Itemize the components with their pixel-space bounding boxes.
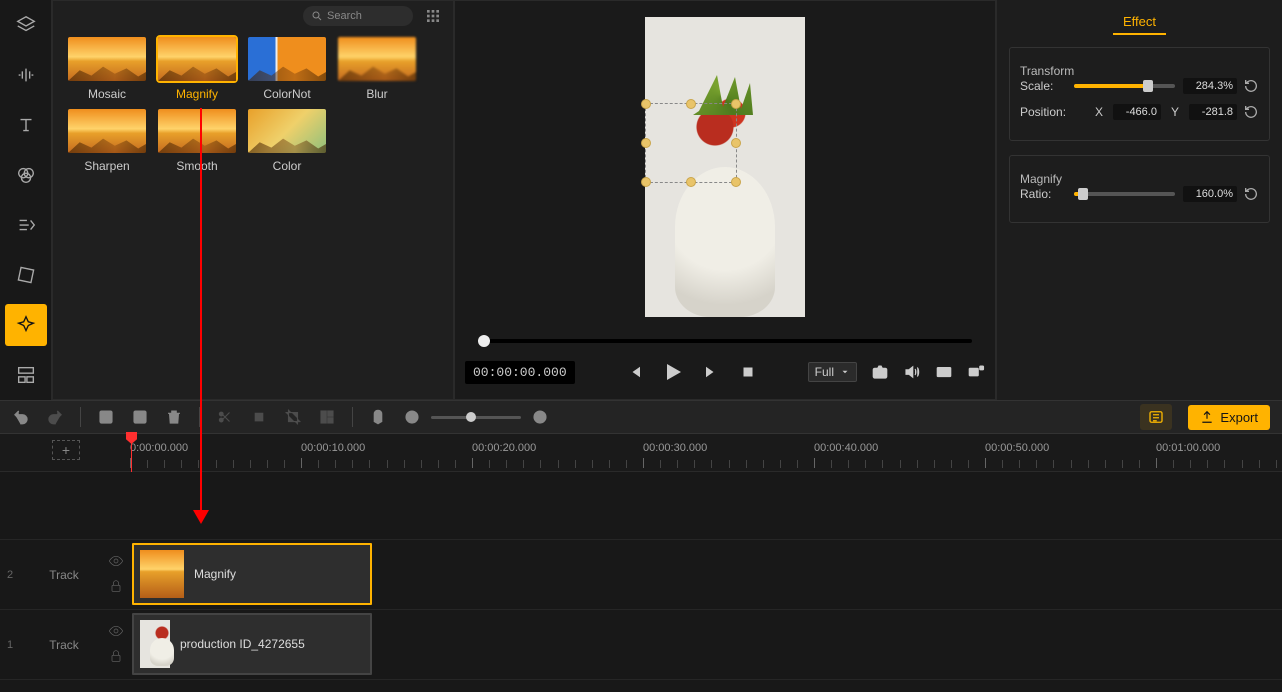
clip-label: production ID_4272655: [180, 637, 305, 651]
ruler-major: 00:00:40.000: [814, 442, 878, 454]
effect-colornot[interactable]: ColorNot: [245, 37, 329, 101]
timeline-toolbar: Export: [0, 400, 1282, 434]
effect-mosaic[interactable]: Mosaic: [65, 37, 149, 101]
ruler-major: 00:00:50.000: [985, 442, 1049, 454]
export-button[interactable]: Export: [1188, 405, 1270, 430]
next-frame-button[interactable]: [703, 363, 721, 381]
scale-slider[interactable]: [1074, 84, 1175, 88]
filters-icon[interactable]: [5, 154, 47, 196]
effect-smooth[interactable]: Smooth: [155, 109, 239, 173]
preview-scale-select[interactable]: Full: [808, 362, 857, 382]
redo-button[interactable]: [46, 408, 64, 426]
magnify-region[interactable]: [645, 103, 737, 183]
clip-label: Magnify: [194, 567, 236, 581]
undo-button[interactable]: [12, 408, 30, 426]
audio-icon[interactable]: [5, 54, 47, 96]
clip-video[interactable]: production ID_4272655: [132, 613, 372, 675]
preview-scrubber[interactable]: [478, 339, 972, 343]
group-transform: Transform Scale: 284.3% Position: X -466…: [1009, 47, 1270, 141]
ruler-major: 00:00:30.000: [643, 442, 707, 454]
add-marker-button[interactable]: +: [52, 440, 80, 460]
preview-canvas[interactable]: [460, 7, 990, 327]
play-button[interactable]: [661, 360, 685, 384]
stop-button[interactable]: [739, 363, 757, 381]
transform-title: Transform: [1020, 64, 1259, 78]
scale-value[interactable]: 284.3%: [1183, 78, 1237, 94]
layout-button[interactable]: [318, 408, 336, 426]
visibility-icon[interactable]: [108, 553, 124, 572]
layers-icon[interactable]: [5, 4, 47, 46]
timeline-tracks: 2 Track Magnify 1 Track pro: [0, 472, 1282, 692]
clip-thumbnail: [140, 620, 170, 668]
track-2: 2 Track Magnify: [0, 540, 1282, 610]
effect-color[interactable]: Color: [245, 109, 329, 173]
volume-icon[interactable]: [903, 363, 921, 381]
delete-button[interactable]: [165, 408, 183, 426]
group-magnify: Magnify Ratio: 160.0%: [1009, 155, 1270, 223]
zoom-slider[interactable]: [431, 416, 521, 419]
effects-icon[interactable]: [5, 304, 47, 346]
ratio-value[interactable]: 160.0%: [1183, 186, 1237, 202]
position-label: Position:: [1020, 105, 1074, 119]
crop-button[interactable]: [284, 408, 302, 426]
properties-panel: Effect Transform Scale: 284.3% Position:…: [996, 0, 1282, 400]
ruler-major: 0:00:00.000: [130, 442, 188, 454]
marker-button[interactable]: [369, 408, 387, 426]
snapshot-icon[interactable]: [871, 363, 889, 381]
reset-position-icon[interactable]: [1243, 104, 1259, 120]
timecode: 00:00:00.000: [465, 361, 575, 384]
visibility-icon[interactable]: [108, 623, 124, 642]
track-label: Track: [49, 568, 79, 582]
zoom-in-button[interactable]: [531, 408, 549, 426]
tool-sidebar: [0, 0, 52, 400]
zoom-out-button[interactable]: [403, 408, 421, 426]
position-y-value[interactable]: -281.8: [1189, 104, 1237, 120]
annotation-arrow: [200, 108, 202, 522]
split-button[interactable]: [216, 408, 234, 426]
clip-thumbnail: [140, 550, 184, 598]
clip-magnify[interactable]: Magnify: [132, 543, 372, 605]
reset-ratio-icon[interactable]: [1243, 186, 1259, 202]
aspect-icon[interactable]: [935, 363, 953, 381]
render-settings-button[interactable]: [1140, 404, 1172, 430]
preview-panel: 00:00:00.000 Full: [454, 0, 996, 400]
lock-icon[interactable]: [108, 578, 124, 597]
search-input[interactable]: Search: [303, 6, 413, 26]
ruler-major: 00:00:20.000: [472, 442, 536, 454]
ratio-slider[interactable]: [1074, 192, 1175, 196]
effect-magnify[interactable]: Magnify: [155, 37, 239, 101]
transport-bar: 00:00:00.000 Full: [465, 355, 985, 389]
effect-blur[interactable]: Blur: [335, 37, 419, 101]
effect-sharpen[interactable]: Sharpen: [65, 109, 149, 173]
lock-icon[interactable]: [108, 648, 124, 667]
preview-image: [675, 167, 775, 317]
text-icon[interactable]: [5, 104, 47, 146]
templates-icon[interactable]: [5, 354, 47, 396]
effects-grid: Mosaic Magnify ColorNot Blur Sharpen Smo…: [53, 31, 453, 179]
detach-icon[interactable]: [967, 363, 985, 381]
launch-media-icon[interactable]: [97, 408, 115, 426]
prev-frame-button[interactable]: [625, 363, 643, 381]
reset-scale-icon[interactable]: [1243, 78, 1259, 94]
position-x-value[interactable]: -466.0: [1113, 104, 1161, 120]
ruler-major: 00:01:00.000: [1156, 442, 1220, 454]
ruler-major: 00:00:10.000: [301, 442, 365, 454]
grid-view-icon[interactable]: [423, 6, 443, 26]
add-media-icon[interactable]: [131, 408, 149, 426]
scale-label: Scale:: [1020, 79, 1074, 93]
search-placeholder: Search: [327, 10, 362, 22]
timeline-ruler[interactable]: + 0:00:00.000 00:00:10.000 00:00:20.000 00:…: [0, 434, 1282, 472]
track-label: Track: [49, 638, 79, 652]
magnify-title: Magnify: [1020, 172, 1259, 186]
effects-panel: Search Mosaic Magnify ColorNot Blur Shar…: [52, 0, 454, 400]
tab-effect[interactable]: Effect: [1113, 10, 1166, 35]
transitions-icon[interactable]: [5, 204, 47, 246]
ratio-label: Ratio:: [1020, 187, 1074, 201]
transform-icon[interactable]: [5, 254, 47, 296]
track-1: 1 Track production ID_4272655: [0, 610, 1282, 680]
cut-button[interactable]: [250, 408, 268, 426]
